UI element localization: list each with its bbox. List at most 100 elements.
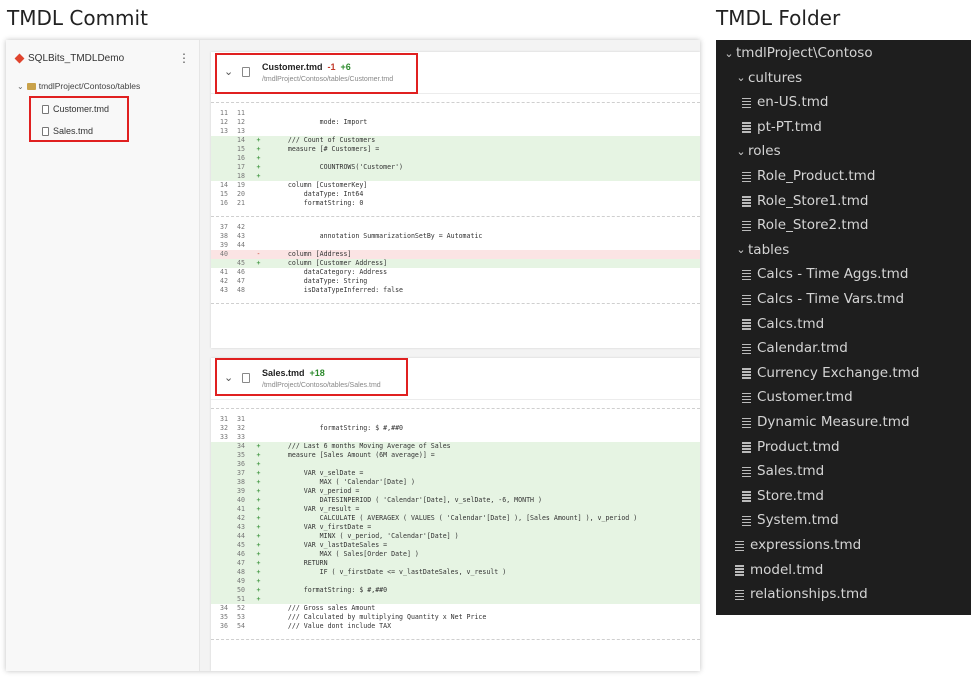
new-line-number: 44 bbox=[237, 532, 245, 540]
change-sign: + bbox=[256, 154, 261, 162]
hunk-separator bbox=[211, 303, 700, 304]
file-row-item[interactable]: Currency Exchange.tmd bbox=[741, 365, 919, 381]
old-line-number bbox=[211, 451, 228, 460]
change-sign bbox=[245, 241, 272, 250]
change-sign: + bbox=[256, 550, 261, 558]
folder-row-item[interactable]: ⌄ tmdlProject\Contoso bbox=[722, 45, 872, 61]
file-row-item[interactable]: System.tmd bbox=[741, 512, 839, 528]
diff-line: 48 + IF ( v_firstDate <= v_lastDateSales,… bbox=[211, 568, 700, 577]
new-line-number: 39 bbox=[237, 487, 245, 495]
new-line-number: 46 bbox=[237, 268, 245, 276]
folder-row[interactable]: ⌄ tmdlProject/Contoso/tables bbox=[17, 81, 140, 91]
file-row-item[interactable]: model.tmd bbox=[734, 562, 823, 578]
file-row-item[interactable]: pt-PT.tmd bbox=[741, 119, 822, 135]
new-line-number: 37 bbox=[237, 469, 245, 477]
diff-line: 32 32 formatString: $ #,##0 bbox=[211, 424, 700, 433]
old-line-number bbox=[211, 514, 228, 523]
folder-row-item[interactable]: ⌄ roles bbox=[734, 143, 780, 159]
code-text: mode: Import bbox=[272, 118, 368, 126]
change-sign: + bbox=[256, 514, 261, 522]
file-row-item[interactable]: Role_Store1.tmd bbox=[741, 193, 868, 209]
folder-row-item[interactable]: ⌄ tables bbox=[734, 242, 789, 258]
file-row-item[interactable]: Product.tmd bbox=[741, 439, 840, 455]
change-sign: + bbox=[256, 505, 261, 513]
code-text: annotation SummarizationSetBy = Automati… bbox=[272, 232, 483, 240]
tree-label: Calcs.tmd bbox=[757, 315, 825, 332]
file-row-item[interactable]: Calendar.tmd bbox=[741, 340, 848, 356]
git-diamond-icon bbox=[14, 53, 25, 64]
new-line-number: 48 bbox=[237, 568, 245, 576]
change-sign bbox=[245, 181, 272, 190]
code-text: IF ( v_firstDate <= v_lastDateSales, v_r… bbox=[272, 568, 507, 576]
file-lines-icon bbox=[741, 195, 751, 206]
chevron-down-icon[interactable]: ⌄ bbox=[734, 71, 748, 84]
file-row-item[interactable]: Role_Product.tmd bbox=[741, 168, 875, 184]
repo-name: SQLBits_TMDLDemo bbox=[28, 53, 125, 64]
diff-line: 43 + VAR v_firstDate = bbox=[211, 523, 700, 532]
file-lines-icon bbox=[741, 121, 751, 132]
diff-header[interactable]: ⌄ Sales.tmd +18 /tmdlProject/Contoso/tabl… bbox=[211, 358, 700, 400]
code-text: formatString: 0 bbox=[272, 199, 364, 207]
code-text: measure [Sales Amount (6M average)] = bbox=[272, 451, 435, 459]
change-sign: + bbox=[256, 523, 261, 531]
old-line-number bbox=[211, 586, 228, 595]
new-line-number: 38 bbox=[237, 478, 245, 486]
file-row-item[interactable]: Role_Store2.tmd bbox=[741, 217, 868, 233]
tree-label: Calendar.tmd bbox=[757, 340, 848, 357]
change-sign bbox=[245, 433, 272, 442]
chevron-down-icon[interactable]: ⌄ bbox=[722, 47, 736, 60]
new-line-number: 20 bbox=[237, 190, 245, 198]
old-line-number: 42 bbox=[220, 277, 228, 285]
tree-label: Calcs - Time Vars.tmd bbox=[757, 291, 905, 307]
diff-line: 44 + MINX ( v_period, 'Calendar'[Date] ) bbox=[211, 532, 700, 541]
file-row-item[interactable]: Calcs - Time Aggs.tmd bbox=[741, 266, 908, 282]
file-row-item[interactable]: Calcs - Time Vars.tmd bbox=[741, 291, 904, 307]
diff-line: 38 43 annotation SummarizationSetBy = Aut… bbox=[211, 232, 700, 241]
diff-body: 31 31 32 32 formatString: $ #,##0 33 33 34 + //… bbox=[211, 408, 700, 640]
new-line-number: 43 bbox=[237, 232, 245, 240]
old-line-number bbox=[211, 259, 228, 268]
code-text: /// Count of Customers bbox=[272, 136, 376, 144]
old-line-number: 33 bbox=[220, 433, 228, 441]
old-line-number: 39 bbox=[220, 241, 228, 249]
chevron-down-icon[interactable]: ⌄ bbox=[17, 82, 24, 91]
diff-header[interactable]: ⌄ Customer.tmd -1 +6 /tmdlProject/Contoso/… bbox=[211, 52, 700, 94]
file-row-item[interactable]: en-US.tmd bbox=[741, 94, 829, 110]
tree-label: Role_Product.tmd bbox=[757, 168, 876, 184]
change-sign: + bbox=[256, 559, 261, 567]
file-row-item[interactable]: Customer.tmd bbox=[741, 389, 853, 405]
chevron-down-icon[interactable]: ⌄ bbox=[734, 243, 748, 256]
new-line-number: 12 bbox=[237, 118, 245, 126]
folder-row-item[interactable]: ⌄ cultures bbox=[734, 70, 802, 86]
old-line-number bbox=[211, 172, 228, 181]
old-line-number: 40 bbox=[220, 250, 228, 258]
file-row-item[interactable]: Dynamic Measure.tmd bbox=[741, 414, 910, 430]
diff-line: 42 + CALCULATE ( AVERAGEX ( VALUES ( 'Cal… bbox=[211, 514, 700, 523]
header-highlight-box bbox=[215, 53, 418, 94]
file-row-item[interactable]: Calcs.tmd bbox=[741, 316, 824, 332]
file-row-item[interactable]: Store.tmd bbox=[741, 488, 824, 504]
new-line-number: 31 bbox=[237, 415, 245, 423]
tree-label: Store.tmd bbox=[757, 487, 824, 504]
repo-row[interactable]: SQLBits_TMDLDemo bbox=[14, 53, 125, 64]
chevron-down-icon[interactable]: ⌄ bbox=[734, 145, 748, 158]
diff-line: 41 + VAR v_result = bbox=[211, 505, 700, 514]
new-line-number: 50 bbox=[237, 586, 245, 594]
file-row-item[interactable]: expressions.tmd bbox=[734, 537, 861, 553]
change-sign: + bbox=[256, 460, 261, 468]
change-sign: + bbox=[256, 469, 261, 477]
file-row-item[interactable]: relationships.tmd bbox=[734, 586, 868, 602]
code-text: /// Value dont include TAX bbox=[272, 622, 392, 630]
diff-line: 34 52 /// Gross sales Amount bbox=[211, 604, 700, 613]
tree-label: model.tmd bbox=[750, 561, 824, 578]
old-line-number bbox=[211, 442, 228, 451]
old-line-number: 14 bbox=[220, 181, 228, 189]
diff-line: 47 + RETURN bbox=[211, 559, 700, 568]
old-line-number bbox=[211, 550, 228, 559]
diff-line: 16 21 formatString: 0 bbox=[211, 199, 700, 208]
more-options-icon[interactable]: ⋮ bbox=[178, 51, 190, 65]
file-row-item[interactable]: Sales.tmd bbox=[741, 463, 824, 479]
change-sign: + bbox=[256, 577, 261, 585]
